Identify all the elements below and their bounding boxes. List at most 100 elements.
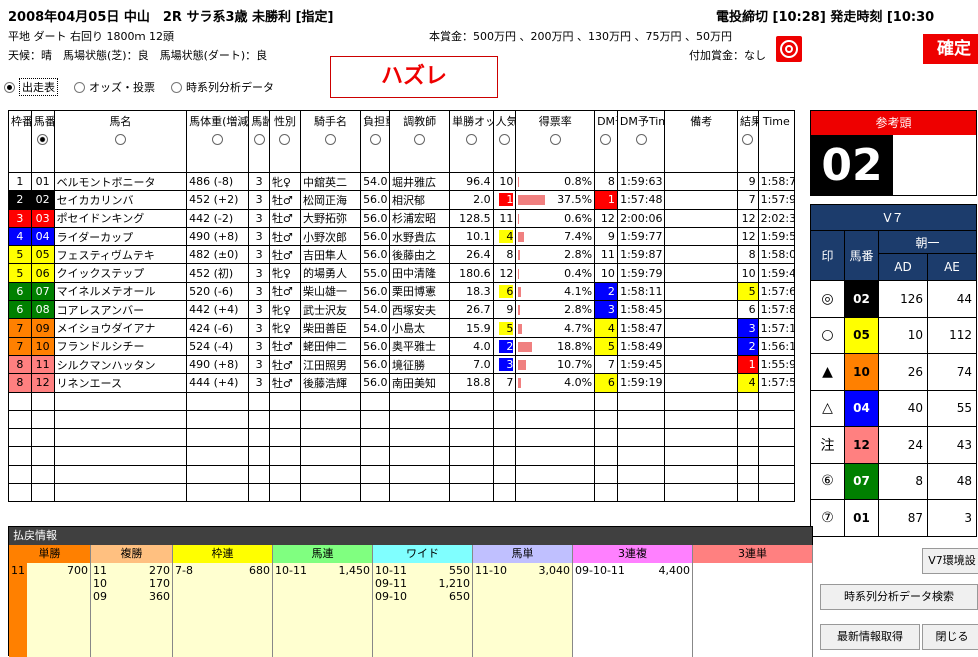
odds-cell: 7.0 <box>449 354 494 375</box>
result-cell: 2 <box>736 336 759 356</box>
load-cell: 55.0 <box>360 263 391 283</box>
v7-uma-cell: 01 <box>844 499 879 537</box>
tab-timeseries[interactable]: 時系列分析データ <box>171 79 274 95</box>
payout-column-header: 馬連 <box>273 545 372 563</box>
entries-table: 枠番馬番馬名馬体重(増減)馬齢性別騎手名負担重量調教師単勝オッズ人気得票率DM予… <box>8 110 796 503</box>
v7-ad-cell: 8 <box>878 462 928 500</box>
payout-entry: 11-10 3,040 <box>475 564 570 577</box>
table-row[interactable]: 7 09 メイショウダイアナ 424 (-6) 3 牝♀ 柴田善臣 54.0 小島太 15.9 5 4… <box>8 318 796 338</box>
column-header: 負担重量 <box>360 110 391 173</box>
result-cell: 7 <box>736 190 759 210</box>
payout-entry: 11 270 <box>93 564 170 577</box>
table-row[interactable]: 1 01 ベルモントボニータ 486 (-8) 3 牝♀ 中舘英二 54.0 堀井雅広 96.4 1… <box>8 171 796 192</box>
trainer-cell: 堀井雅広 <box>389 171 451 192</box>
table-row[interactable]: 4 04 ライダーカップ 490 (+8) 3 牡♂ 小野次郎 56.0 水野貴広 10.1 4 7.… <box>8 226 796 247</box>
load-cell: 56.0 <box>360 354 391 375</box>
vote-rate-bar <box>518 286 522 297</box>
sort-radio-icon[interactable] <box>742 134 754 145</box>
sort-radio-icon[interactable] <box>325 134 337 145</box>
uma-cell: 10 <box>30 336 55 356</box>
uma-cell: 09 <box>30 318 55 338</box>
trainer-cell: 境征勝 <box>389 354 451 375</box>
load-cell: 56.0 <box>360 226 391 247</box>
table-row[interactable]: 8 11 シルクマンハッタン 490 (+8) 3 牡♂ 江田照男 56.0 境征勝 7.0 3 10… <box>8 354 796 375</box>
result-cell: 1 <box>736 354 759 375</box>
weight-cell: 486 (-8) <box>186 171 250 192</box>
sort-radio-icon[interactable] <box>212 134 224 145</box>
column-header: DM予Time <box>616 110 666 173</box>
horse-name-cell: セイカカリンバ <box>53 190 188 210</box>
dm-cell: 11 <box>594 245 618 265</box>
tab-entries[interactable]: 出走表 <box>4 78 58 96</box>
sex-cell: 牡♂ <box>268 208 302 228</box>
dm-cell: 12 <box>594 208 618 228</box>
time-cell: 2:02:3 <box>757 208 796 228</box>
table-row[interactable]: 7 10 フランドルシチー 524 (-4) 3 牡♂ 蛯田伸二 56.0 奥平雅士 4.0 2 18… <box>8 336 796 356</box>
v7-uma-cell: 12 <box>844 426 879 464</box>
jockey-cell: 大野拓弥 <box>299 208 362 228</box>
payout-entry: 09-10-11 4,400 <box>575 564 690 577</box>
note-cell <box>664 373 738 393</box>
sex-cell: 牡♂ <box>268 336 302 356</box>
v7-ad-cell: 26 <box>878 353 928 391</box>
column-header: 調教師 <box>389 110 451 173</box>
uma-cell: 02 <box>30 190 55 210</box>
payout-entry: 10-11 1,450 <box>275 564 370 577</box>
age-cell: 3 <box>248 281 270 302</box>
table-row[interactable]: 5 05 フェスティヴムテキ 482 (±0) 3 牡♂ 吉田隼人 56.0 後藤由之 26.4 8… <box>8 245 796 265</box>
waku-cell: 6 <box>8 281 32 302</box>
payout-column: 3連複 09-10-11 4,400 <box>573 545 693 657</box>
tab-odds[interactable]: オッズ・投票 <box>74 79 155 95</box>
race-title: 2008年04月05日 中山 2R サラ系3歳 未勝利 [指定] <box>8 10 334 25</box>
table-row[interactable]: 3 03 ポセイドンキング 442 (-2) 3 牡♂ 大野拓弥 56.0 杉浦宏昭 128.5 1… <box>8 208 796 228</box>
sort-radio-icon[interactable] <box>414 134 426 145</box>
weight-cell: 442 (+4) <box>186 300 250 320</box>
odds-cell: 180.6 <box>449 263 494 283</box>
sort-radio-icon[interactable] <box>498 134 510 145</box>
waku-cell: 1 <box>8 171 32 192</box>
waku-cell: 7 <box>8 318 32 338</box>
odds-cell: 18.8 <box>449 373 494 393</box>
dm-time-cell: 1:58:45 <box>616 300 666 320</box>
sort-radio-icon[interactable] <box>600 134 612 145</box>
dm-time-cell: 1:58:49 <box>616 336 666 356</box>
load-cell: 56.0 <box>360 281 391 302</box>
weight-cell: 524 (-4) <box>186 336 250 356</box>
payout-entry: 7-8 680 <box>175 564 270 577</box>
sort-radio-icon[interactable] <box>465 134 477 145</box>
v7-settings-button[interactable]: V7環境設 <box>922 548 978 574</box>
v7-ae-cell: 3 <box>927 499 977 537</box>
sort-radio-icon[interactable] <box>279 134 291 145</box>
refresh-button[interactable]: 最新情報取得 <box>820 624 920 650</box>
popularity-cell: 2 <box>492 336 517 356</box>
table-row[interactable]: 2 02 セイカカリンバ 452 (+2) 3 牡♂ 松岡正海 56.0 相沢郁 2.0 1 37.5… <box>8 190 796 210</box>
weight-cell: 442 (-2) <box>186 208 250 228</box>
popularity-cell: 8 <box>492 245 517 265</box>
race-conditions: 平地 ダート 右回り 1800ｍ 12頭 <box>8 30 174 43</box>
v7-table: V７ 印 馬番 朝一 AD AE ◎ 02 126 44 ○ 05 10 112 ▲ 10 26 74 △… <box>810 204 977 537</box>
v7-row: ▲ 10 26 74 <box>810 353 977 391</box>
sort-radio-icon[interactable] <box>549 134 561 145</box>
sort-radio-icon[interactable] <box>114 134 126 145</box>
close-button[interactable]: 閉じる <box>922 624 978 650</box>
sex-cell: 牡♂ <box>268 373 302 393</box>
dm-time-cell: 1:57:48 <box>616 190 666 210</box>
sort-radio-icon[interactable] <box>369 134 381 145</box>
v7-header-uma: 馬番 <box>844 230 879 281</box>
table-row[interactable]: 8 12 リネンエース 444 (+4) 3 牡♂ 後藤浩輝 56.0 南田美知 18.8 7 4.0… <box>8 373 796 393</box>
vote-rate-cell: 2.8% <box>515 300 596 320</box>
table-row[interactable]: 5 06 クイックステップ 452 (初) 3 牝♀ 的場勇人 55.0 田中清隆 180.6 12… <box>8 263 796 283</box>
sort-radio-icon[interactable] <box>37 134 49 145</box>
result-cell: 12 <box>736 208 759 228</box>
table-row[interactable]: 6 08 コアレスアンバー 442 (+4) 3 牝♀ 武士沢友 54.0 西塚安夫 26.7 9 2… <box>8 300 796 320</box>
sort-radio-icon[interactable] <box>253 134 265 145</box>
trainer-cell: 水野貴広 <box>389 226 451 247</box>
weight-cell: 490 (+8) <box>186 354 250 375</box>
dm-time-cell: 2:00:06 <box>616 208 666 228</box>
table-row[interactable]: 6 07 マイネルメテオール 520 (-6) 3 牡♂ 柴山雄一 56.0 栗田博憲 18.3 6… <box>8 281 796 302</box>
sort-radio-icon[interactable] <box>635 134 647 145</box>
timeseries-search-button[interactable]: 時系列分析データ検索 <box>820 584 978 610</box>
time-cell: 1:56:1 <box>757 336 796 356</box>
popularity-cell: 12 <box>492 263 517 283</box>
sex-cell: 牡♂ <box>268 245 302 265</box>
